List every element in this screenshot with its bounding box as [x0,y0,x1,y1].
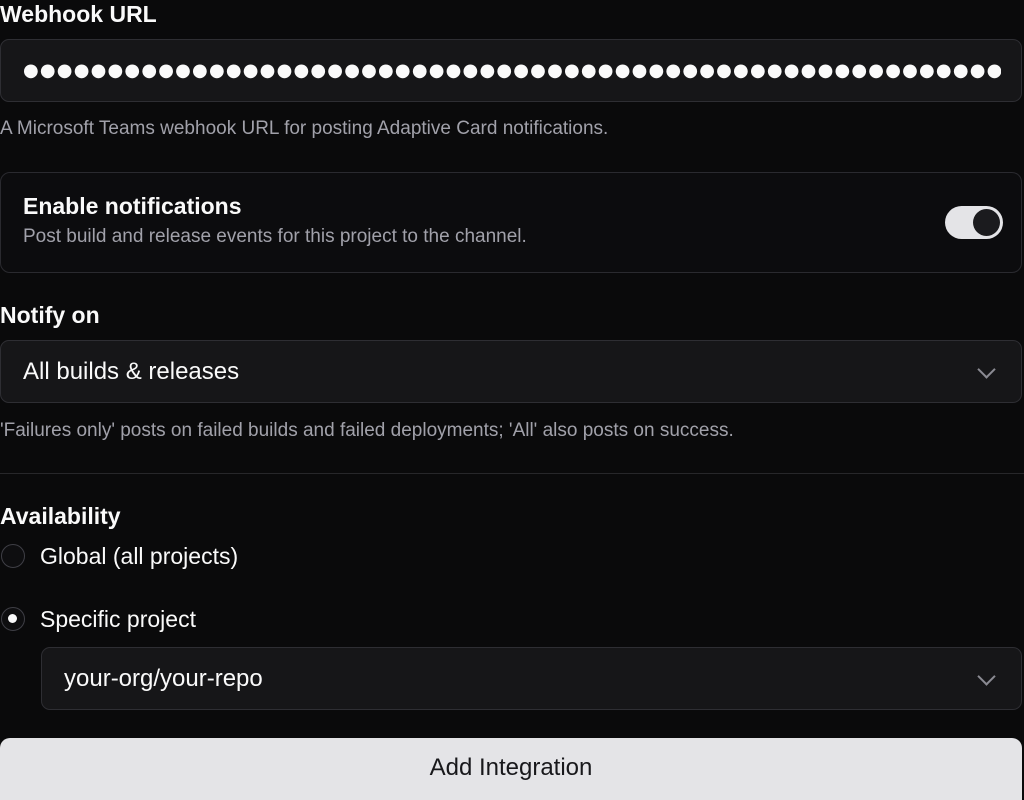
enable-notifications-card: Enable notifications Post build and rele… [0,172,1022,273]
enable-notifications-title: Enable notifications [23,193,242,219]
integration-form: Webhook URL A Microsoft Teams webhook UR… [0,0,1024,800]
chevron-down-icon [977,666,996,686]
notify-on-select[interactable]: All builds & releases [0,340,1022,403]
project-selected-value: your-org/your-repo [64,664,263,692]
availability-label: Availability [0,503,121,529]
webhook-url-hint: A Microsoft Teams webhook URL for postin… [0,118,609,139]
radio-option-global[interactable]: Global (all projects) [0,541,238,571]
toggle-knob [973,209,1000,236]
enable-notifications-description: Post build and release events for this p… [23,226,527,247]
radio-global[interactable] [1,544,25,568]
chevron-down-icon [977,359,996,379]
notify-on-hint: 'Failures only' posts on failed builds a… [0,420,734,441]
radio-option-specific-project[interactable]: Specific project [0,604,196,634]
notify-on-selected-value: All builds & releases [23,357,240,385]
notify-on-label: Notify on [0,302,100,328]
radio-specific-project[interactable] [1,607,25,631]
project-select[interactable]: your-org/your-repo [41,647,1022,710]
radio-global-label: Global (all projects) [40,542,239,569]
enable-notifications-toggle[interactable] [945,206,1003,239]
webhook-url-input[interactable] [1,40,1021,101]
webhook-url-field[interactable] [0,39,1022,102]
radio-specific-project-label: Specific project [40,605,196,632]
add-integration-button[interactable]: Add Integration [0,738,1022,800]
webhook-url-label: Webhook URL [0,1,157,27]
section-divider [0,473,1024,474]
